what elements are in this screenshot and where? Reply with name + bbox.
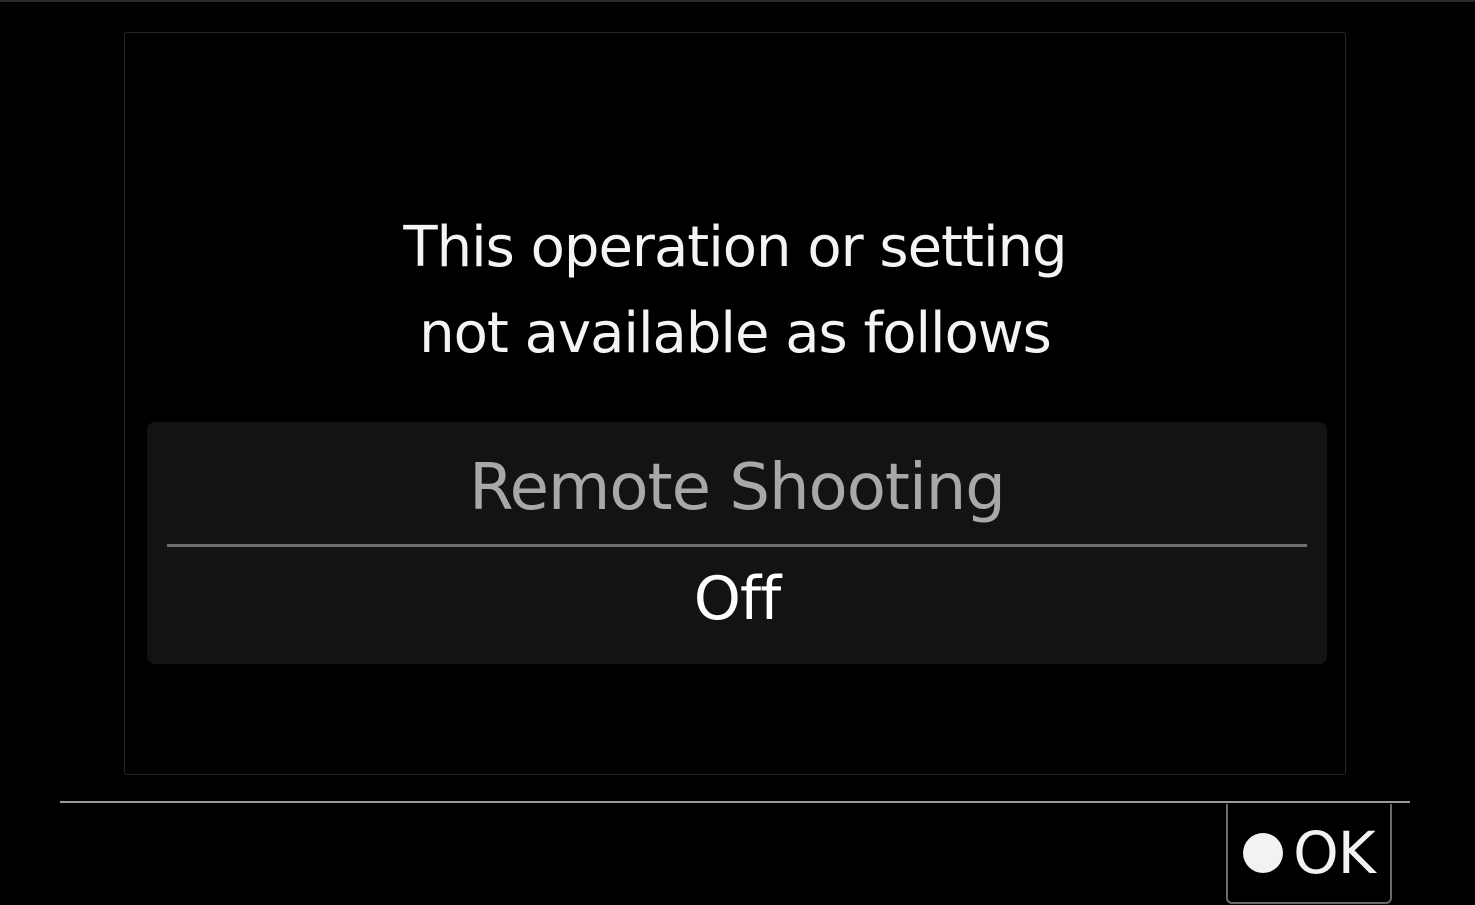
camera-screen: This operation or setting not available … <box>0 0 1475 905</box>
filled-circle-icon <box>1243 833 1284 873</box>
ok-button[interactable]: OK <box>1226 804 1392 904</box>
setting-value: Off <box>693 564 781 634</box>
footer-divider <box>60 801 1410 803</box>
unavailable-operation-dialog: This operation or setting not available … <box>124 32 1346 775</box>
dialog-message-line-2: not available as follows <box>419 301 1052 366</box>
conflicting-setting-panel: Remote Shooting Off <box>147 422 1327 664</box>
dialog-message: This operation or setting not available … <box>125 205 1345 377</box>
ok-button-label: OK <box>1293 819 1376 887</box>
setting-name: Remote Shooting <box>469 451 1006 525</box>
dialog-message-line-1: This operation or setting <box>403 215 1067 280</box>
setting-divider <box>167 544 1307 547</box>
